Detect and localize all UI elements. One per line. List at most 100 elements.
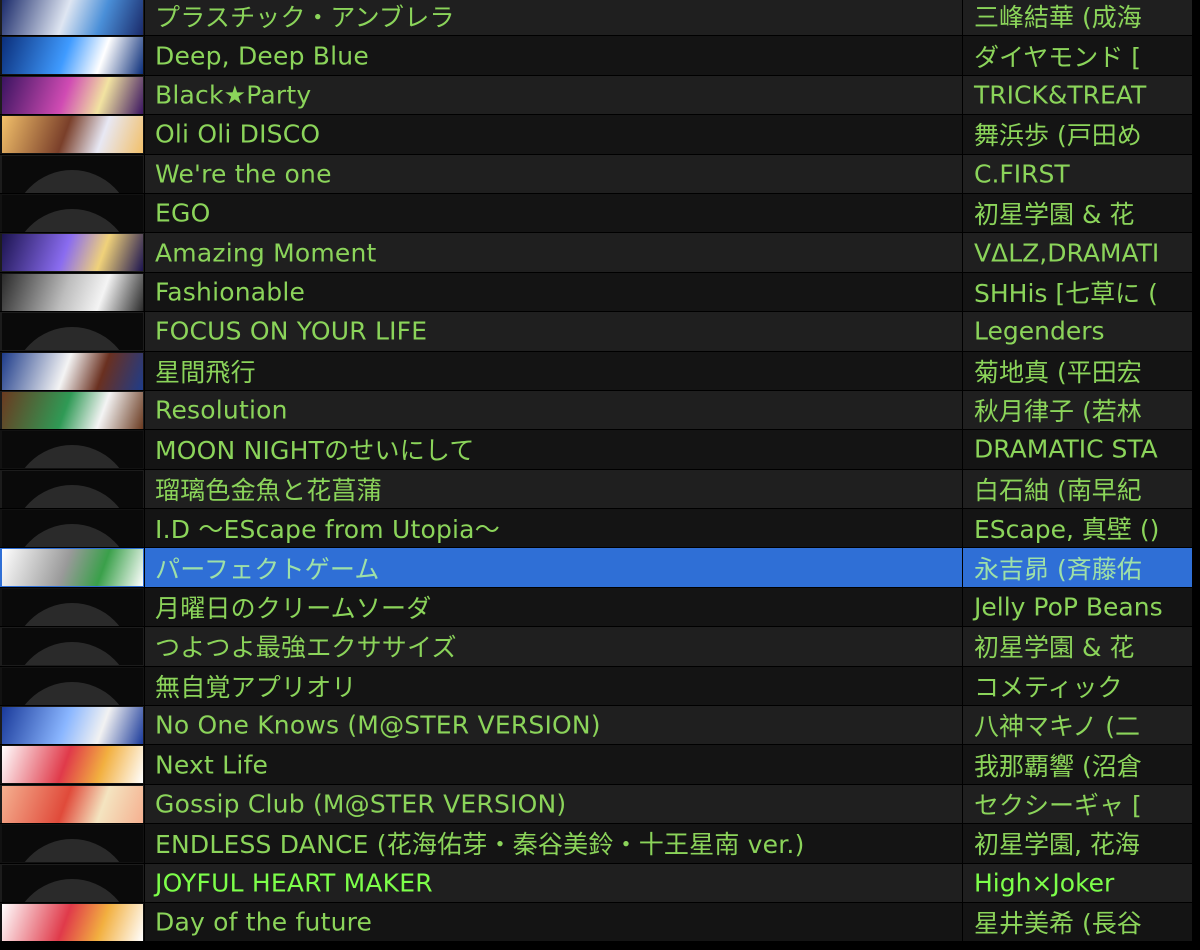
track-row[interactable]: Day of the future 星井美希 (長谷 <box>0 902 1200 943</box>
title-cell[interactable]: ENDLESS DANCE (花海佑芽・秦谷美鈴・十王星南 ver.) <box>144 824 962 863</box>
track-row[interactable]: JOYFUL HEART MAKER High×Joker <box>0 863 1200 903</box>
artist-cell[interactable]: 我那覇響 (沼倉 <box>962 745 1193 784</box>
track-title: Fashionable <box>155 277 306 307</box>
artist-cell[interactable]: ダイヤモンド [ <box>962 36 1193 75</box>
track-row[interactable]: Gossip Club (M@STER VERSION) セクシーギャ [ <box>0 784 1200 825</box>
title-cell[interactable]: つよつよ最強エクササイズ <box>144 627 962 666</box>
artist-cell[interactable]: SHHis [七草に ( <box>962 272 1193 312</box>
title-cell[interactable]: FOCUS ON YOUR LIFE <box>144 312 962 351</box>
title-cell[interactable]: 月曜日のクリームソーダ <box>144 587 962 627</box>
track-title: Day of the future <box>155 907 373 937</box>
artist-cell[interactable]: 星井美希 (長谷 <box>962 902 1193 942</box>
artist-cell[interactable]: 初星学園 & 花 <box>962 627 1193 666</box>
artist-cell[interactable]: 初星学園, 花海 <box>962 824 1193 863</box>
track-row[interactable]: Deep, Deep Blue ダイヤモンド [ <box>0 36 1200 76</box>
title-cell[interactable]: Black★Party <box>144 75 962 115</box>
track-row[interactable]: No One Knows (M@STER VERSION) 八神マキノ (二 <box>0 706 1200 746</box>
track-row[interactable]: 星間飛行 菊地真 (平田宏 <box>0 351 1200 391</box>
title-cell[interactable]: MOON NIGHTのせいにして <box>144 430 962 469</box>
title-cell[interactable]: Day of the future <box>144 902 962 942</box>
track-row[interactable]: つよつよ最強エクササイズ 初星学園 & 花 <box>0 627 1200 667</box>
track-row[interactable]: EGO 初星学園 & 花 <box>0 193 1200 234</box>
track-row[interactable]: パーフェクトゲーム 永吉昴 (斉藤佑 <box>0 548 1200 588</box>
title-cell[interactable]: Next Life <box>144 745 962 784</box>
title-cell[interactable]: 無自覚アプリオリ <box>144 666 962 706</box>
track-title: ENDLESS DANCE (花海佑芽・秦谷美鈴・十王星南 ver.) <box>155 830 805 860</box>
title-cell[interactable]: 瑠璃色金魚と花菖蒲 <box>144 469 962 509</box>
track-artist: コメティック <box>974 672 1123 702</box>
track-row[interactable]: I.D 〜EScape from Utopia〜 EScape, 真壁 () <box>0 509 1200 549</box>
track-artist: EScape, 真壁 () <box>974 515 1160 545</box>
track-row[interactable]: MOON NIGHTのせいにして DRAMATIC STA <box>0 430 1200 470</box>
track-row[interactable]: Oli Oli DISCO 舞浜歩 (戸田め <box>0 115 1200 155</box>
album-cover-icon <box>2 785 143 823</box>
title-cell[interactable]: Fashionable <box>144 272 962 312</box>
track-artist: SHHis [七草に ( <box>974 278 1158 308</box>
list-edge <box>1192 863 1200 902</box>
track-row[interactable]: プラスチック・アンブレラ 三峰結華 (成海 <box>0 0 1200 37</box>
list-edge <box>1192 509 1200 548</box>
track-row[interactable]: 瑠璃色金魚と花菖蒲 白石紬 (南早紀 <box>0 469 1200 510</box>
track-title: Black★Party <box>155 80 312 110</box>
artist-cell[interactable]: 八神マキノ (二 <box>962 706 1193 745</box>
title-cell[interactable]: EGO <box>144 193 962 233</box>
title-cell[interactable]: Amazing Moment <box>144 233 962 272</box>
track-row[interactable]: Amazing Moment VΔLZ,DRAMATI <box>0 233 1200 273</box>
artist-cell[interactable]: 舞浜歩 (戸田め <box>962 115 1193 154</box>
artist-cell[interactable]: High×Joker <box>962 863 1193 902</box>
track-title: 瑠璃色金魚と花菖蒲 <box>155 475 382 505</box>
title-cell[interactable]: Resolution <box>144 390 962 430</box>
track-row[interactable]: Resolution 秋月律子 (若林 <box>0 390 1200 431</box>
artist-cell[interactable]: 白石紬 (南早紀 <box>962 469 1193 509</box>
artist-cell[interactable]: セクシーギャ [ <box>962 784 1193 824</box>
title-cell[interactable]: I.D 〜EScape from Utopia〜 <box>144 509 962 548</box>
cover-art-image <box>2 549 143 587</box>
artwork-placeholder-icon <box>2 313 143 351</box>
artwork-placeholder-icon <box>2 667 143 705</box>
track-row[interactable]: 月曜日のクリームソーダ Jelly PoP Beans <box>0 587 1200 628</box>
cover-art-image <box>2 391 143 429</box>
artist-cell[interactable]: Jelly PoP Beans <box>962 587 1193 627</box>
artist-cell[interactable]: 菊地真 (平田宏 <box>962 351 1193 390</box>
artist-cell[interactable]: VΔLZ,DRAMATI <box>962 233 1193 272</box>
title-cell[interactable]: JOYFUL HEART MAKER <box>144 863 962 902</box>
artist-cell[interactable]: 初星学園 & 花 <box>962 193 1193 233</box>
artwork-placeholder-icon <box>2 628 143 666</box>
title-cell[interactable]: プラスチック・アンブレラ <box>144 0 962 36</box>
list-edge <box>1192 0 1200 36</box>
title-cell[interactable]: Oli Oli DISCO <box>144 115 962 154</box>
track-artist: C.FIRST <box>974 159 1070 189</box>
track-artist: 舞浜歩 (戸田め <box>974 121 1142 151</box>
title-cell[interactable]: 星間飛行 <box>144 351 962 390</box>
list-edge <box>1192 824 1200 863</box>
title-cell[interactable]: Deep, Deep Blue <box>144 36 962 75</box>
track-title: 月曜日のクリームソーダ <box>155 594 432 624</box>
artwork-placeholder-icon <box>2 431 143 469</box>
artist-cell[interactable]: 秋月律子 (若林 <box>962 390 1193 430</box>
track-row[interactable]: Black★Party TRICK&TREAT <box>0 75 1200 116</box>
track-row[interactable]: 無自覚アプリオリ コメティック <box>0 666 1200 707</box>
artist-cell[interactable]: TRICK&TREAT <box>962 75 1193 115</box>
artist-cell[interactable]: 三峰結華 (成海 <box>962 0 1193 36</box>
track-row[interactable]: Next Life 我那覇響 (沼倉 <box>0 745 1200 785</box>
title-cell[interactable]: No One Knows (M@STER VERSION) <box>144 706 962 745</box>
list-edge <box>1192 587 1200 627</box>
track-row[interactable]: Fashionable SHHis [七草に ( <box>0 272 1200 313</box>
title-cell[interactable]: パーフェクトゲーム <box>144 548 962 587</box>
list-edge <box>1192 784 1200 824</box>
track-row[interactable]: FOCUS ON YOUR LIFE Legenders <box>0 312 1200 352</box>
title-cell[interactable]: We're the one <box>144 154 962 193</box>
artist-cell[interactable]: 永吉昴 (斉藤佑 <box>962 548 1193 587</box>
artist-cell[interactable]: Legenders <box>962 312 1193 351</box>
artist-cell[interactable]: DRAMATIC STA <box>962 430 1193 469</box>
track-row[interactable]: We're the one C.FIRST <box>0 154 1200 194</box>
artist-cell[interactable]: コメティック <box>962 666 1193 706</box>
album-cover-icon <box>2 707 143 745</box>
list-edge <box>1192 745 1200 784</box>
track-row[interactable]: ENDLESS DANCE (花海佑芽・秦谷美鈴・十王星南 ver.) 初星学園,… <box>0 824 1200 864</box>
artwork-placeholder-icon <box>2 155 143 193</box>
cover-art-image <box>2 273 143 311</box>
artist-cell[interactable]: C.FIRST <box>962 154 1193 193</box>
title-cell[interactable]: Gossip Club (M@STER VERSION) <box>144 784 962 824</box>
artist-cell[interactable]: EScape, 真壁 () <box>962 509 1193 548</box>
